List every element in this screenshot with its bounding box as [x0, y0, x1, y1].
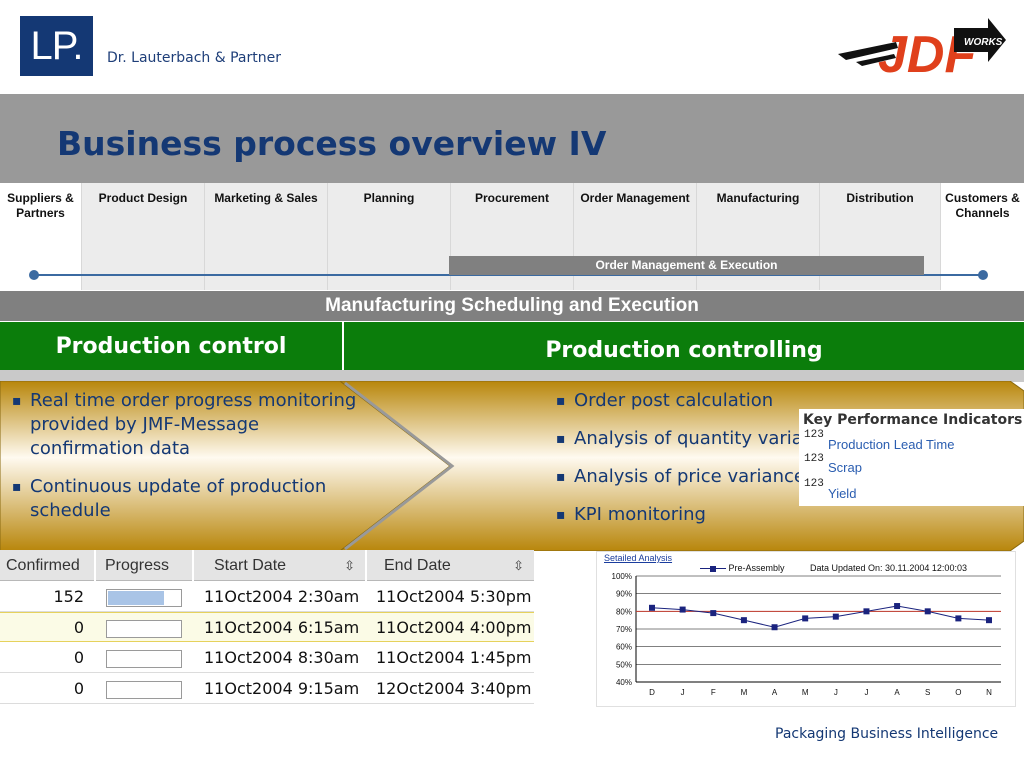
series-line: [651, 605, 990, 628]
footer-tagline: Packaging Business Intelligence: [775, 726, 999, 742]
x-tick-label: M: [802, 688, 809, 697]
kpi-metric-icon: 123: [804, 429, 824, 441]
page-title: Business process overview IV: [57, 124, 607, 163]
y-tick-label: 40%: [616, 678, 632, 687]
y-tick-label: 60%: [616, 643, 632, 652]
company-name: Dr. Lauterbach & Partner: [107, 50, 281, 66]
x-tick-label: O: [955, 688, 961, 697]
kpi-item-scrap[interactable]: Scrap: [828, 460, 862, 475]
cell-confirmed: 0: [73, 618, 84, 637]
x-tick-label: F: [711, 688, 716, 697]
sort-icon[interactable]: ⇳: [344, 550, 355, 581]
header-label: Start Date: [214, 557, 287, 574]
header-label: Progress: [105, 557, 170, 574]
x-tick-label: J: [681, 688, 685, 697]
cell-start-date: 11Oct2004 2:30am: [204, 587, 360, 606]
analysis-tab-link[interactable]: Setailed Analysis: [604, 553, 672, 563]
bullet-item: Real time order progress monitoring prov…: [12, 389, 372, 461]
y-tick-label: 70%: [616, 625, 632, 634]
sort-icon[interactable]: ⇳: [513, 550, 524, 581]
y-tick-label: 50%: [616, 660, 632, 669]
bullet-item: Continuous update of production schedule: [12, 475, 372, 523]
lp-logo: LP.: [20, 16, 93, 76]
x-tick-label: A: [772, 688, 778, 697]
cell-start-date: 11Oct2004 6:15am: [204, 618, 360, 637]
production-controlling-header: Production controlling: [343, 322, 1024, 370]
table-row[interactable]: 0 11Oct2004 8:30am 11Oct2004 1:45pm: [0, 643, 534, 673]
data-point: [924, 608, 931, 615]
x-tick-label: D: [649, 688, 655, 697]
cell-confirmed: 0: [73, 648, 84, 667]
x-tick-label: J: [864, 688, 868, 697]
line-chart: 100% 90% 80% 70% 60% 50% 40% D J F M A M J J A S O N: [612, 572, 1001, 697]
progress-fill: [108, 591, 164, 605]
x-tick-label: N: [986, 688, 992, 697]
jdf-works-badge: WORKS: [964, 37, 1003, 48]
x-tick-label: S: [925, 688, 930, 697]
data-point: [832, 613, 839, 620]
table-row[interactable]: 152 11Oct2004 2:30am 11Oct2004 5:30pm: [0, 582, 534, 612]
data-point: [771, 624, 778, 631]
x-tick-label: A: [894, 688, 900, 697]
cell-start-date: 11Oct2004 9:15am: [204, 679, 360, 698]
data-point: [802, 615, 809, 622]
kpi-item-yield[interactable]: Yield: [828, 486, 856, 501]
column-header-confirmed[interactable]: Confirmed: [0, 550, 96, 581]
section-title-bar: Manufacturing Scheduling and Execution: [0, 291, 1024, 321]
cell-end-date: 11Oct2004 1:45pm: [376, 648, 532, 667]
data-point: [740, 617, 747, 624]
table-row[interactable]: 0 11Oct2004 6:15am 11Oct2004 4:00pm: [0, 612, 534, 642]
progress-bar: [106, 620, 182, 638]
data-point: [649, 604, 655, 611]
cell-confirmed: 0: [73, 679, 84, 698]
data-point: [986, 617, 992, 624]
column-header-start-date[interactable]: Start Date ⇳: [194, 550, 367, 581]
production-control-bullets: Real time order progress monitoring prov…: [12, 389, 372, 537]
cell-start-date: 11Oct2004 8:30am: [204, 648, 360, 667]
kpi-item-lead-time[interactable]: Production Lead Time: [828, 437, 954, 452]
y-tick-label: 80%: [616, 607, 632, 616]
kpi-title: Key Performance Indicators: [803, 412, 1023, 428]
production-control-header: Production control: [0, 322, 342, 370]
y-tick-label: 100%: [612, 572, 632, 581]
order-management-execution-bar: Order Management & Execution: [449, 256, 924, 275]
header-label: End Date: [384, 557, 451, 574]
kpi-metric-icon: 123: [804, 453, 824, 465]
column-header-end-date[interactable]: End Date ⇳: [367, 550, 534, 581]
column-header-progress[interactable]: Progress: [96, 550, 194, 581]
data-point: [894, 603, 901, 610]
kpi-metric-icon: 123: [804, 478, 824, 490]
cell-end-date: 11Oct2004 5:30pm: [376, 587, 532, 606]
x-tick-label: M: [741, 688, 748, 697]
data-point: [710, 610, 717, 617]
cell-end-date: 11Oct2004 4:00pm: [376, 618, 532, 637]
data-point: [679, 606, 686, 613]
data-point: [863, 608, 870, 615]
cell-end-date: 12Oct2004 3:40pm: [376, 679, 532, 698]
data-point: [955, 615, 962, 622]
progress-bar: [106, 650, 182, 668]
progress-bar: [106, 589, 182, 607]
table-row[interactable]: 0 11Oct2004 9:15am 12Oct2004 3:40pm: [0, 674, 534, 704]
chain-end-dot: [978, 270, 988, 280]
x-tick-label: J: [834, 688, 838, 697]
y-tick-label: 90%: [616, 590, 632, 599]
chain-start-dot: [29, 270, 39, 280]
table-header: Confirmed Progress Start Date ⇳ End Date ⇳: [0, 550, 534, 581]
bullet-item: KPI monitoring: [556, 503, 886, 527]
header-label: Confirmed: [6, 557, 80, 574]
progress-bar: [106, 681, 182, 699]
jdf-works-logo: JDF WORKS: [838, 18, 1006, 80]
cell-confirmed: 152: [53, 587, 84, 606]
order-progress-table: Confirmed Progress Start Date ⇳ End Date ⇳…: [0, 550, 534, 705]
